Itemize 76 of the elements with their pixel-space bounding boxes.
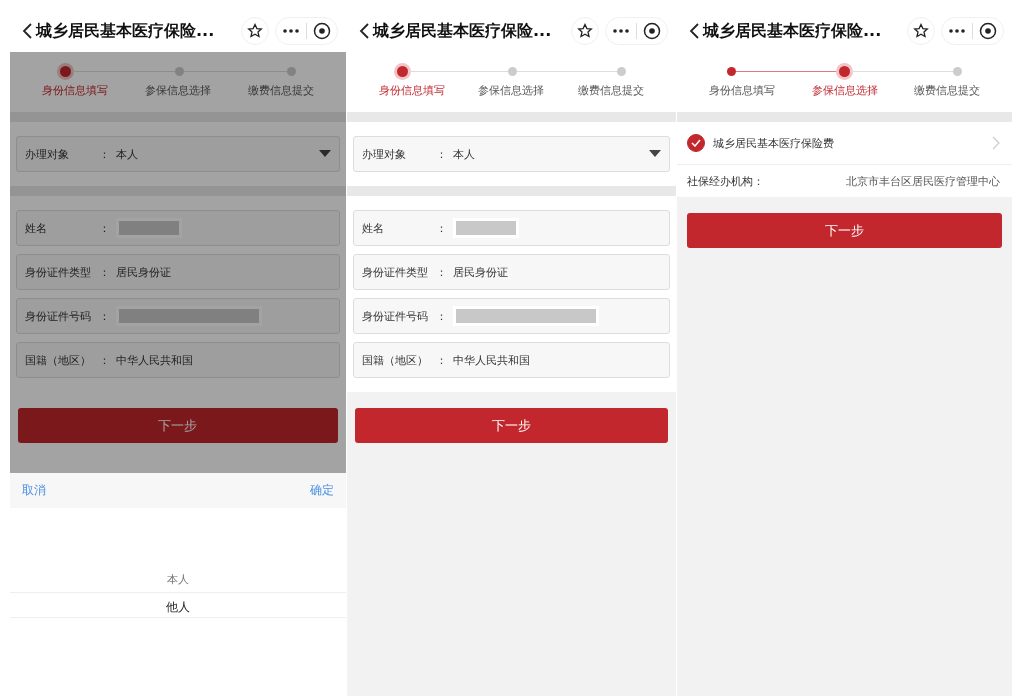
step-label: 身份信息填写 <box>708 83 776 98</box>
input-field[interactable]: 姓名 ： <box>353 210 670 246</box>
step-label: 缴费信息提交 <box>577 83 645 98</box>
field-value: 居民身份证 <box>453 264 508 280</box>
field-label: 国籍（地区） <box>362 352 429 368</box>
page-title: 城乡居民基本医疗保险... <box>703 20 883 42</box>
next-button[interactable]: 下一步 <box>355 408 668 443</box>
field-colon: ： <box>436 264 447 280</box>
agency-value: 北京市丰台区居民医疗管理中心 <box>846 173 1000 189</box>
field-value: 本人 <box>453 146 476 162</box>
insurance-item[interactable]: 城乡居民基本医疗保险费 <box>677 122 1012 165</box>
field-colon: ： <box>99 352 110 368</box>
input-field[interactable]: 身份证件类型 ： 居民身份证 <box>353 254 670 290</box>
star-icon <box>247 23 263 39</box>
item-label: 城乡居民基本医疗保险费 <box>713 135 835 151</box>
input-field[interactable]: 身份证件号码 ： <box>353 298 670 334</box>
star-icon <box>577 23 593 39</box>
field-colon: ： <box>436 352 447 368</box>
more-icon[interactable] <box>948 28 966 34</box>
field-value: 居民身份证 <box>116 264 171 280</box>
field-value: 中华人民共和国 <box>116 352 193 368</box>
back-icon[interactable] <box>359 22 371 40</box>
close-icon[interactable] <box>643 22 661 40</box>
field-label: 国籍（地区） <box>25 352 92 368</box>
field-label: 姓名 <box>362 220 385 236</box>
select-field[interactable]: 办理对象 ： 本人 <box>353 136 670 172</box>
page-title: 城乡居民基本医疗保险... <box>36 20 216 42</box>
page-title: 城乡居民基本医疗保险... <box>373 20 553 42</box>
back-icon[interactable] <box>689 22 701 40</box>
check-icon <box>691 139 701 147</box>
caret-icon <box>649 150 661 158</box>
input-field[interactable]: 身份证件类型 ： 居民身份证 <box>16 254 340 290</box>
field-label: 姓名 <box>25 220 48 236</box>
chevron-icon <box>992 136 1000 150</box>
step-label: 身份信息填写 <box>41 83 109 98</box>
field-colon: ： <box>99 264 110 280</box>
agency-label: 社保经办机构： <box>687 173 764 189</box>
field-label: 身份证件号码 <box>362 308 429 324</box>
field-colon: ： <box>436 146 447 162</box>
input-field[interactable]: 国籍（地区） ： 中华人民共和国 <box>16 342 340 378</box>
close-icon[interactable] <box>979 22 997 40</box>
field-label: 办理对象 <box>25 146 70 162</box>
step-label: 参保信息选择 <box>477 83 546 98</box>
field-colon: ： <box>99 146 110 162</box>
field-colon: ： <box>99 220 110 236</box>
step-label: 身份信息填写 <box>378 83 446 98</box>
step-label: 参保信息选择 <box>810 83 879 98</box>
field-value: 本人 <box>116 146 139 162</box>
step-label: 缴费信息提交 <box>246 83 315 98</box>
step-label: 参保信息选择 <box>144 83 212 98</box>
field-value: 中华人民共和国 <box>453 352 530 368</box>
field-label: 办理对象 <box>362 146 407 162</box>
select-field[interactable]: 办理对象 ： 本人 <box>16 136 340 172</box>
star-icon <box>913 23 929 39</box>
picker-option[interactable]: 本人 <box>10 566 346 592</box>
more-icon[interactable] <box>282 28 300 34</box>
checkbox[interactable] <box>687 134 705 152</box>
input-field[interactable]: 姓名 ： <box>16 210 340 246</box>
input-field[interactable]: 身份证件号码 ： <box>16 298 340 334</box>
field-label: 身份证件类型 <box>362 264 429 280</box>
close-icon[interactable] <box>313 22 331 40</box>
field-colon: ： <box>436 308 447 324</box>
picker-option[interactable]: 他人 <box>10 592 346 618</box>
step-label: 缴费信息提交 <box>913 83 981 98</box>
cancel-link[interactable]: 取消 <box>22 482 46 499</box>
field-label: 身份证件号码 <box>25 308 92 324</box>
field-colon: ： <box>99 308 110 324</box>
field-label: 身份证件类型 <box>25 264 92 280</box>
input-field[interactable]: 国籍（地区） ： 中华人民共和国 <box>353 342 670 378</box>
next-button[interactable]: 下一步 <box>18 408 338 443</box>
confirm-link[interactable]: 确定 <box>310 482 334 499</box>
field-colon: ： <box>436 220 447 236</box>
more-icon[interactable] <box>612 28 630 34</box>
back-icon[interactable] <box>22 22 34 40</box>
caret-icon <box>319 150 331 158</box>
next-button[interactable]: 下一步 <box>687 213 1002 248</box>
